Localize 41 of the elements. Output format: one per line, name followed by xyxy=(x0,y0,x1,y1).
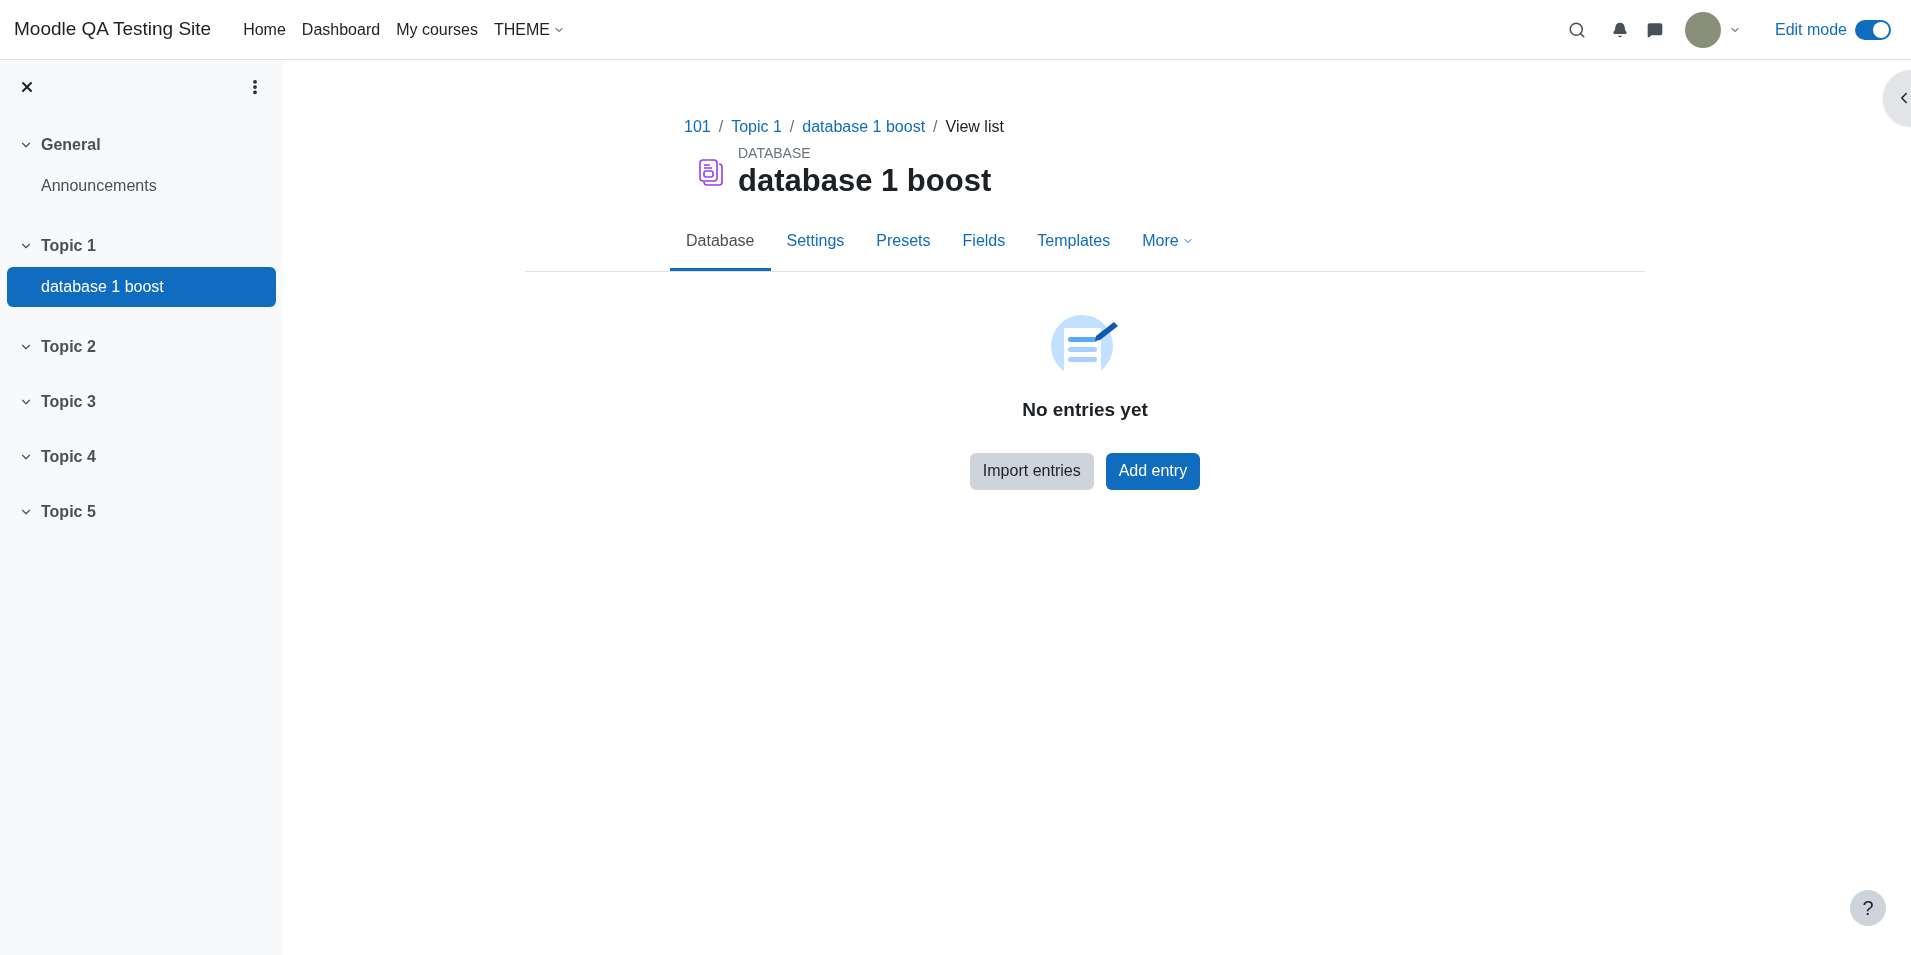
activity-type-label: DATABASE xyxy=(738,145,812,161)
sidebar-section[interactable]: Topic 4 xyxy=(7,442,276,472)
site-name[interactable]: Moodle QA Testing Site xyxy=(14,15,212,44)
breadcrumb-separator: / xyxy=(933,117,938,137)
breadcrumb-separator: / xyxy=(718,117,724,137)
sidebar-section[interactable]: Topic 2 xyxy=(7,332,276,362)
tab[interactable]: Presets xyxy=(860,213,947,271)
search-icon[interactable] xyxy=(1567,20,1586,39)
chat-icon[interactable] xyxy=(1646,21,1663,38)
import-entries-button[interactable]: Import entries xyxy=(969,452,1094,490)
page-title: database 1 boost xyxy=(738,162,992,200)
sidebar-section[interactable]: General xyxy=(7,130,276,160)
breadcrumb-link[interactable]: database 1 boost xyxy=(802,115,926,139)
nav-link[interactable]: My courses xyxy=(396,17,478,42)
nav-link[interactable]: THEME xyxy=(493,17,565,42)
breadcrumb-separator: / xyxy=(789,117,795,137)
sidebar-item[interactable]: Announcements xyxy=(7,166,276,206)
breadcrumb-current-page: View list xyxy=(945,117,1004,137)
close-icon[interactable] xyxy=(19,79,35,95)
sidebar-item[interactable]: database 1 boost xyxy=(7,267,276,307)
help-button[interactable]: ? xyxy=(1850,890,1886,926)
nav-link[interactable]: Dashboard xyxy=(301,17,381,42)
tab[interactable]: Fields xyxy=(946,213,1022,271)
sidebar-section[interactable]: Topic 3 xyxy=(7,387,276,417)
sidebar-section[interactable]: Topic 1 xyxy=(7,231,276,261)
tab[interactable]: Settings xyxy=(770,213,861,271)
tab[interactable]: Database xyxy=(670,213,771,271)
tab[interactable]: Templates xyxy=(1021,213,1127,271)
nav-link[interactable]: Home xyxy=(243,17,286,42)
edit-mode-label: Edit mode xyxy=(1774,19,1847,40)
breadcrumb-link[interactable]: 101 xyxy=(684,115,711,139)
bell-icon[interactable] xyxy=(1611,21,1628,38)
database-icon xyxy=(698,158,724,188)
avatar-photo-placeholder[interactable] xyxy=(1684,11,1721,48)
breadcrumb-link[interactable]: Topic 1 xyxy=(731,115,782,139)
sidebar-section[interactable]: Topic 5 xyxy=(7,497,276,527)
add-entry-button[interactable]: Add entry xyxy=(1105,452,1201,490)
edit-mode-switch[interactable] xyxy=(1855,19,1891,40)
empty-list-drawing xyxy=(1050,314,1120,376)
empty-state-message: No entries yet xyxy=(1022,398,1148,422)
tab[interactable]: More xyxy=(1126,213,1210,271)
